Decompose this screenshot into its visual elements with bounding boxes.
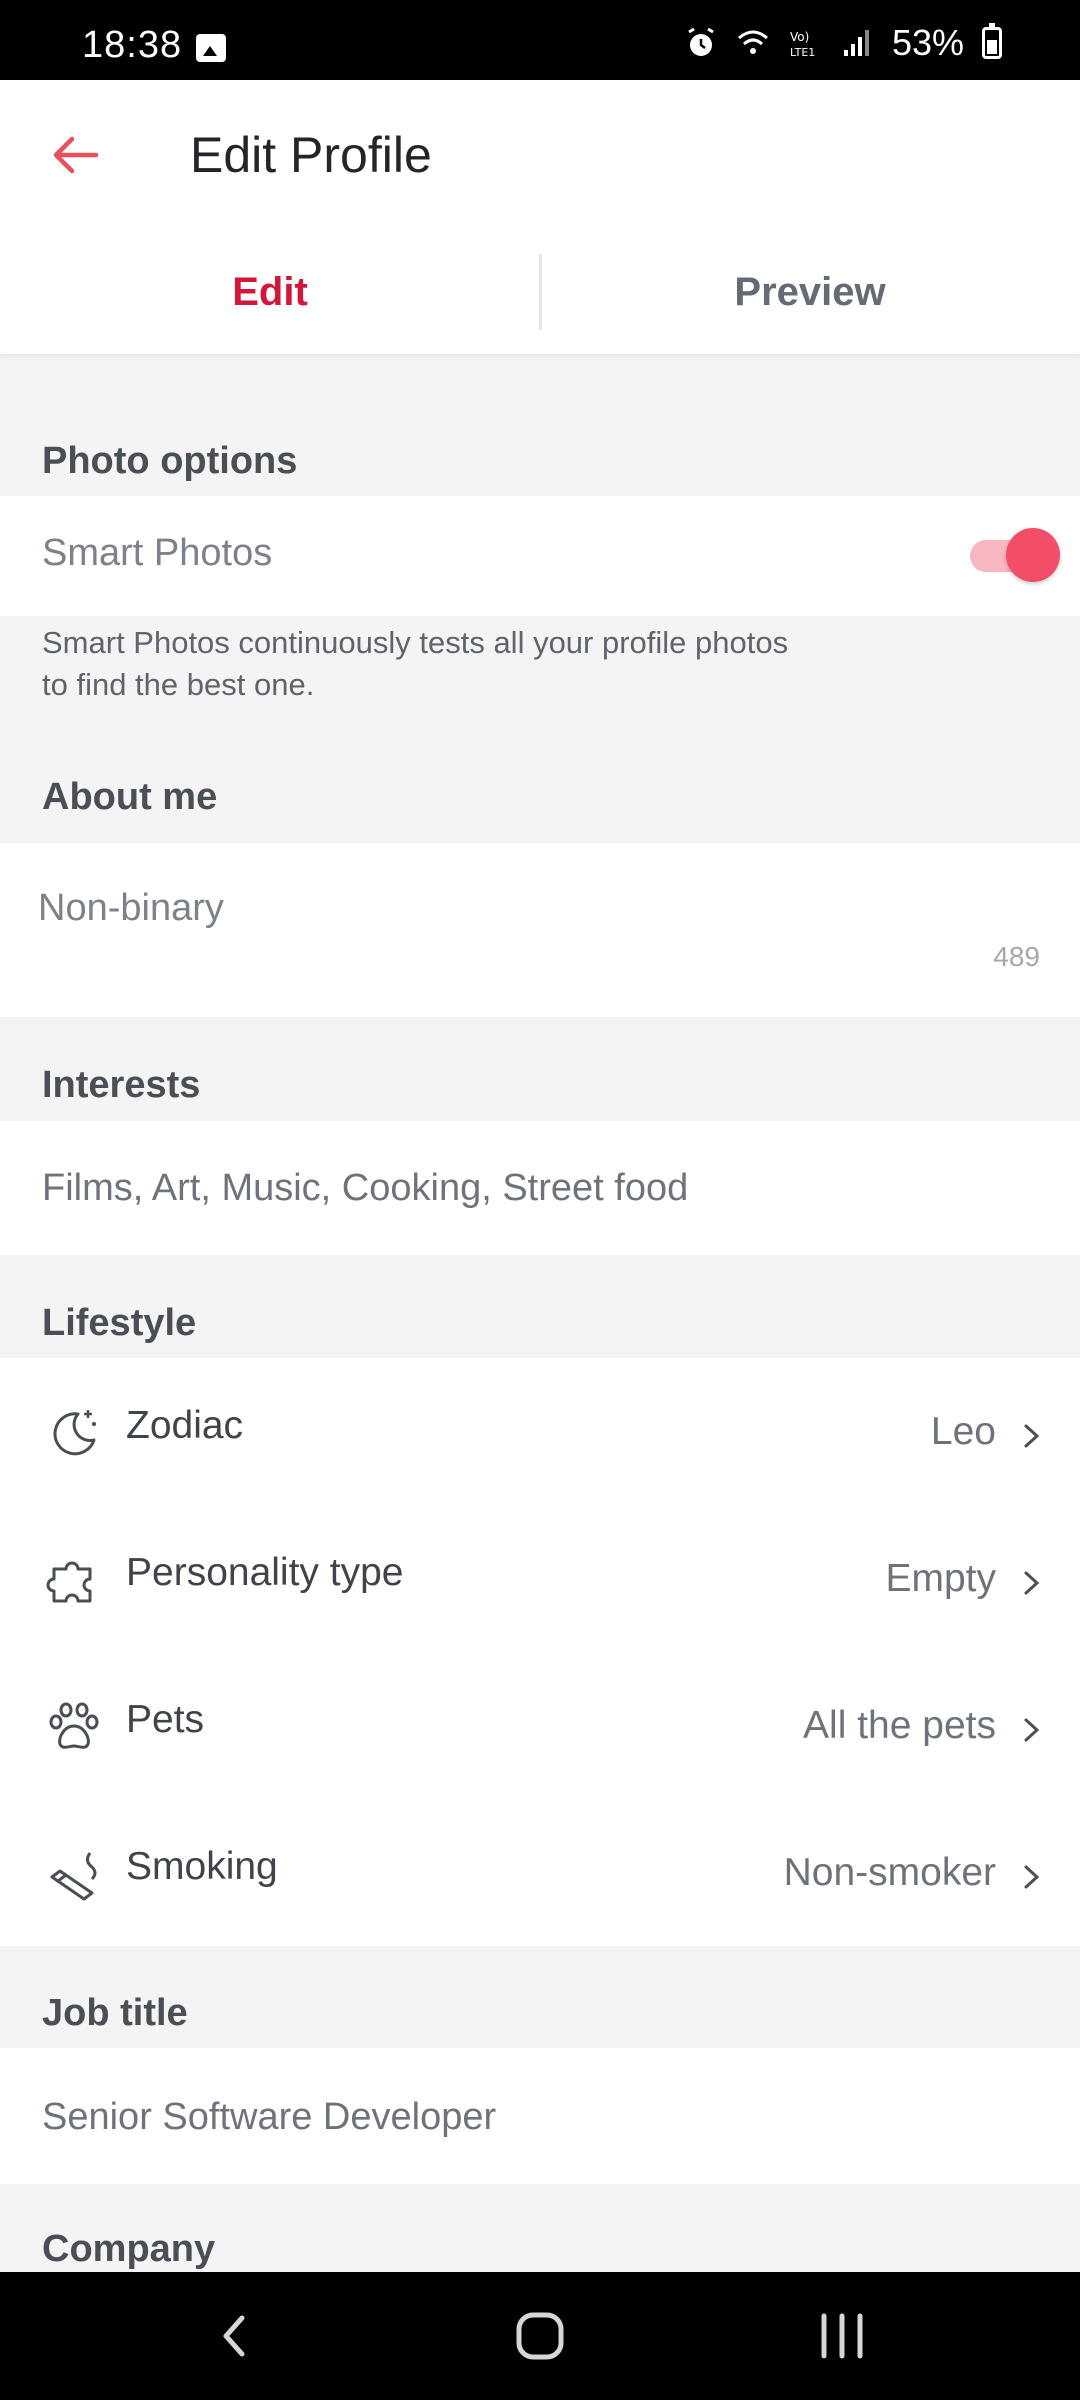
cigarette-icon bbox=[50, 1852, 97, 1901]
char-count: 489 bbox=[993, 941, 1040, 972]
interests-value: Films, Art, Music, Cooking, Street food bbox=[42, 1167, 689, 1209]
system-nav-bar bbox=[0, 2272, 1080, 2400]
paw-icon bbox=[49, 1702, 99, 1749]
smart-photos-label: Smart Photos bbox=[42, 532, 273, 574]
chevron-right-icon bbox=[1024, 1865, 1040, 1889]
about-me-heading: About me bbox=[42, 776, 218, 818]
wifi-icon bbox=[737, 30, 768, 54]
status-bar: 18:38 Vo) LTE1 53% bbox=[0, 0, 1080, 80]
svg-text:LTE1: LTE1 bbox=[790, 46, 815, 59]
page-title: Edit Profile bbox=[190, 127, 432, 183]
lifestyle-heading: Lifestyle bbox=[42, 1302, 197, 1344]
tab-bar: Edit Preview bbox=[0, 230, 1080, 354]
smart-photos-toggle[interactable] bbox=[970, 528, 1060, 582]
lifestyle-label: Smoking bbox=[126, 1845, 278, 1888]
about-me-text: Non-binary bbox=[38, 887, 224, 929]
interests-heading: Interests bbox=[42, 1064, 201, 1106]
smart-photos-help: Smart Photos continuously tests all your… bbox=[42, 625, 789, 702]
lifestyle-label: Personality type bbox=[126, 1551, 404, 1594]
nav-recents-icon[interactable] bbox=[812, 2306, 872, 2366]
lifestyle-value: All the pets bbox=[803, 1704, 996, 1747]
photo-options-heading: Photo options bbox=[42, 440, 298, 482]
job-title-heading: Job title bbox=[42, 1992, 188, 2034]
chevron-right-icon bbox=[1024, 1424, 1040, 1448]
smart-photos-row[interactable]: Smart Photos bbox=[0, 496, 1080, 616]
chevron-right-icon bbox=[1024, 1571, 1040, 1595]
company-heading: Company bbox=[42, 2228, 216, 2270]
battery-percent: 53% bbox=[891, 22, 964, 63]
tab-edit[interactable]: Edit bbox=[0, 230, 540, 354]
toggle-knob bbox=[1006, 528, 1060, 582]
lifestyle-item-zodiac[interactable]: Zodiac Leo bbox=[0, 1358, 1080, 1504]
chevron-right-icon bbox=[1024, 1718, 1040, 1742]
lifestyle-label: Pets bbox=[126, 1698, 205, 1741]
job-title-value: Senior Software Developer bbox=[42, 2096, 497, 2138]
lifestyle-item-personality[interactable]: Personality type Empty bbox=[0, 1505, 1080, 1651]
puzzle-icon bbox=[46, 1561, 92, 1603]
lifestyle-label: Zodiac bbox=[126, 1404, 244, 1447]
lifestyle-value: Leo bbox=[930, 1410, 996, 1453]
nav-home-icon[interactable] bbox=[510, 2306, 570, 2366]
svg-text:Vo): Vo) bbox=[790, 30, 809, 44]
status-time: 18:38 bbox=[82, 24, 183, 66]
header: Edit Profile bbox=[0, 80, 1080, 230]
lifestyle-value: Empty bbox=[885, 1557, 996, 1600]
status-icons: Vo) LTE1 53% bbox=[684, 22, 1002, 64]
back-arrow-icon[interactable] bbox=[50, 130, 100, 180]
nav-back-icon[interactable] bbox=[206, 2306, 266, 2366]
tab-preview[interactable]: Preview bbox=[540, 230, 1080, 354]
lifestyle-value: Non-smoker bbox=[783, 1851, 996, 1894]
interests-row[interactable]: Films, Art, Music, Cooking, Street food bbox=[0, 1121, 1080, 1255]
job-title-row[interactable]: Senior Software Developer bbox=[0, 2048, 1080, 2184]
alarm-icon bbox=[688, 27, 714, 56]
moon-stars-icon bbox=[53, 1410, 96, 1456]
battery-icon bbox=[982, 23, 1002, 59]
lifestyle-list: Zodiac Leo Personality type Empty Pets A… bbox=[0, 1358, 1080, 1946]
lifestyle-item-smoking[interactable]: Smoking Non-smoker bbox=[0, 1799, 1080, 1945]
about-me-field[interactable]: Non-binary 489 bbox=[0, 843, 1080, 1017]
volte-icon: Vo) LTE1 bbox=[790, 30, 815, 59]
lifestyle-item-pets[interactable]: Pets All the pets bbox=[0, 1652, 1080, 1798]
gallery-notification-icon bbox=[196, 34, 226, 62]
signal-icon bbox=[843, 30, 869, 56]
